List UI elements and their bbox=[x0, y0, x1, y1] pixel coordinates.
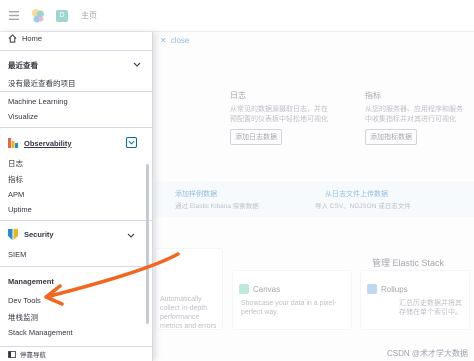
nav-divider bbox=[0, 50, 152, 51]
security-chevron-icon[interactable] bbox=[126, 230, 136, 240]
nav-divider bbox=[0, 266, 152, 267]
security-icon bbox=[8, 229, 18, 240]
nav-divider bbox=[0, 220, 152, 221]
home-icon bbox=[8, 34, 17, 43]
header-bar: D 主页 bbox=[0, 0, 474, 32]
hamburger-icon bbox=[9, 11, 19, 20]
logs-card-title: 日志 bbox=[230, 91, 246, 100]
rollups-tile-text: 汇总历史数据并将其存储在单个索引中。 bbox=[399, 300, 462, 316]
nav-item-apm[interactable]: APM bbox=[8, 190, 24, 199]
nav-security-label: Security bbox=[24, 230, 54, 239]
nav-item-metrics[interactable]: 指标 bbox=[8, 174, 23, 185]
upload-file-link[interactable]: 从日志文件上传数据 bbox=[325, 189, 388, 199]
sample-data-link[interactable]: 添加样例数据 bbox=[175, 189, 217, 199]
chevron-down-icon bbox=[128, 140, 135, 145]
nav-item-visualize[interactable]: Visualize bbox=[8, 112, 38, 121]
add-logs-button[interactable]: 添加日志数据 bbox=[230, 129, 282, 145]
dock-navigation-label: 停靠导航 bbox=[20, 352, 46, 359]
rollups-tile-title: Rollups bbox=[381, 285, 408, 294]
breadcrumb[interactable]: 主页 bbox=[81, 10, 97, 21]
menu-toggle-button[interactable] bbox=[3, 5, 25, 27]
add-metrics-button[interactable]: 添加指标数据 bbox=[365, 129, 417, 145]
canvas-tile-text: Showcase your data in a pixel-perfect wa… bbox=[241, 300, 337, 316]
elastic-logo-icon[interactable] bbox=[30, 8, 46, 24]
sample-data-text: 通过 Elastic Kibana 探索数据 bbox=[175, 203, 259, 210]
rollups-tile[interactable]: Rollups 汇总历史数据并将其存储在单个索引中。 bbox=[360, 270, 470, 330]
upload-file-text: 导入 CSV、NDJSON 或日志文件 bbox=[315, 203, 411, 210]
nav-item-dev-tools[interactable]: Dev Tools bbox=[8, 296, 41, 305]
nav-scrollbar[interactable] bbox=[146, 164, 149, 324]
rollups-icon bbox=[367, 284, 377, 294]
nav-management-heading[interactable]: Management bbox=[8, 277, 54, 286]
nav-divider bbox=[0, 127, 152, 128]
nav-item-machine-learning[interactable]: Machine Learning bbox=[8, 97, 68, 106]
nav-home-label: Home bbox=[22, 34, 43, 43]
nav-item-uptime[interactable]: Uptime bbox=[8, 205, 32, 214]
canvas-tile-title: Canvas bbox=[253, 285, 281, 294]
close-link[interactable]: ✕ close bbox=[160, 36, 189, 45]
close-icon: ✕ bbox=[160, 36, 167, 45]
metrics-card-text: 从您的服务器、应用程序和服务中收集指标并对其进行可视化 bbox=[365, 106, 463, 123]
metrics-card-title: 指标 bbox=[365, 91, 381, 100]
nav-item-stack-management[interactable]: Stack Management bbox=[8, 328, 73, 337]
nav-home[interactable]: Home bbox=[8, 34, 42, 43]
nav-observability-label: Observability bbox=[24, 138, 72, 148]
watermark: CSDN @术才学大数据 bbox=[386, 349, 468, 358]
data-options-band: 添加样例数据 通过 Elastic Kibana 探索数据 从日志文件上传数据 … bbox=[155, 181, 474, 217]
observability-icon bbox=[8, 138, 18, 148]
manage-stack-title: 管理 Elastic Stack bbox=[372, 258, 445, 268]
apm-tile-text: Automatically collect in-depth performan… bbox=[160, 296, 217, 329]
dock-navigation-button[interactable]: 停靠导航 bbox=[0, 346, 152, 361]
canvas-tile[interactable]: Canvas Showcase your data in a pixel-per… bbox=[232, 270, 352, 330]
logs-card-text: 从常见的数据源摄取日志，并在预配置的仪表板中轻松地可视化 bbox=[230, 106, 328, 123]
nav-observability-heading[interactable]: Observability bbox=[8, 138, 72, 148]
nav-security-heading[interactable]: Security bbox=[8, 229, 54, 240]
dock-icon bbox=[8, 350, 16, 358]
nav-recent-empty: 没有最近查看的项目 bbox=[8, 79, 76, 88]
nav-item-logs[interactable]: 日志 bbox=[8, 158, 23, 169]
nav-recent-heading[interactable]: 最近查看 bbox=[8, 60, 38, 71]
side-navigation: Home 最近查看 没有最近查看的项目 Machine Learning Vis… bbox=[0, 32, 153, 361]
nav-item-stack-monitoring[interactable]: 堆栈监测 bbox=[8, 312, 38, 323]
apm-tile[interactable]: Automatically collect in-depth performan… bbox=[155, 248, 223, 330]
nav-item-siem[interactable]: SIEM bbox=[8, 250, 26, 259]
observability-collapse-toggle[interactable] bbox=[126, 137, 137, 148]
canvas-icon bbox=[239, 284, 249, 294]
metrics-card: 指标 从您的服务器、应用程序和服务中收集指标并对其进行可视化 添加指标数据 bbox=[365, 90, 465, 145]
space-avatar[interactable]: D bbox=[56, 9, 68, 22]
logs-card: 日志 从常见的数据源摄取日志，并在预配置的仪表板中轻松地可视化 添加日志数据 bbox=[230, 90, 330, 145]
recent-chevron-icon[interactable] bbox=[132, 59, 142, 69]
nav-divider bbox=[0, 91, 152, 92]
